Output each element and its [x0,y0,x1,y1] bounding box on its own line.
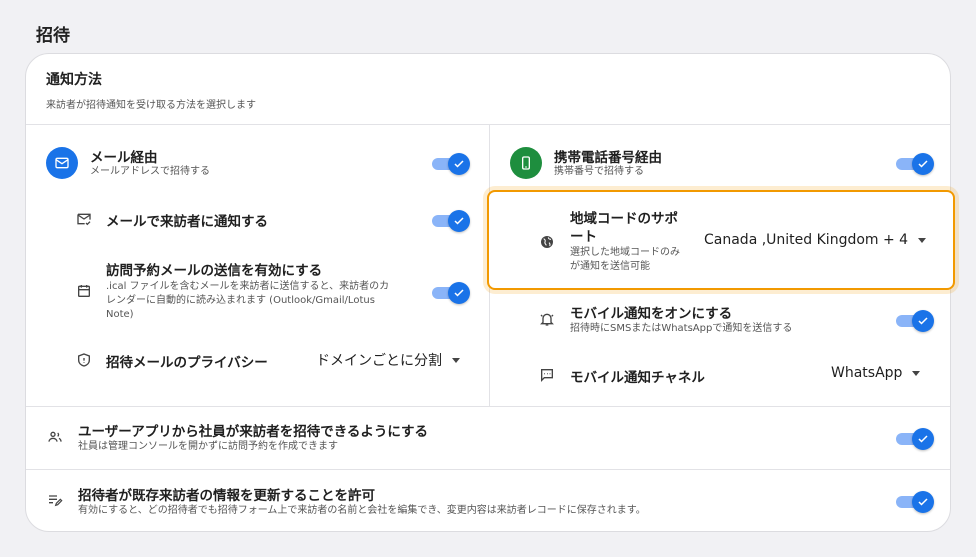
region-label-2: ート [570,229,597,245]
update-desc: 有効にすると、どの招待者でも招待フォーム上で来訪者の名前と会社を編集でき、変更内… [78,505,646,516]
email-desc: メールアドレスで招待する [90,166,210,177]
card-title: 通知方法 [46,72,102,88]
privacy-value: ドメインごとに分割 [316,353,442,369]
region-dropdown[interactable]: Canada ,United Kingdom + 4 [704,232,927,248]
phone-icon [510,147,542,179]
calendar-icon [75,282,93,300]
privacy-label: 招待メールのプライバシー [106,355,268,371]
ical-desc-1: .ical ファイルを含むメールを来訪者に送信すると、来訪者のカ [106,281,390,292]
message-icon [538,366,556,384]
bell-icon [538,310,556,328]
globe-icon [538,233,556,251]
update-toggle[interactable] [896,491,934,513]
ical-desc-2: レンダーに自動的に読み込まれます (Outlook/Gmail/Lotus [106,295,375,306]
user-app-desc: 社員は管理コンソールを開かずに訪問予約を作成できます [78,441,338,452]
privacy-dropdown[interactable]: ドメインごとに分割 [316,350,460,370]
phone-desc: 携帯番号で招待する [554,166,644,177]
phone-label: 携帯電話番号経由 [554,150,662,166]
region-label-1: 地域コードのサポ [570,211,678,227]
edit-list-icon [46,491,64,509]
chevron-down-icon [918,237,927,243]
shield-icon [75,351,93,369]
region-code-highlight: 地域コードのサポ ート 選択した地域コードのみ が通知を送信可能 Canada … [487,190,955,290]
mail-icon [46,147,78,179]
card-header: 通知方法 来訪者が招待通知を受け取る方法を選択します [26,54,950,125]
notify-label: メールで来訪者に通知する [106,214,268,230]
chevron-down-icon [452,357,460,363]
people-icon [46,428,64,446]
region-desc-2: が通知を送信可能 [570,261,650,272]
mobile-notify-label: モバイル通知をオンにする [570,306,733,322]
mobile-notify-toggle[interactable] [896,310,934,332]
notification-method-card: 通知方法 来訪者が招待通知を受け取る方法を選択します メール経由 メールアドレス… [25,53,955,532]
ical-desc-3: Note) [106,309,134,320]
notify-toggle[interactable] [432,210,470,232]
email-toggle[interactable] [432,153,470,175]
mobile-notify-desc: 招待時にSMSまたはWhatsAppで通知を送信する [570,323,793,334]
row-divider [26,469,950,470]
channel-value: WhatsApp [831,365,903,381]
channel-dropdown[interactable]: WhatsApp [831,365,921,381]
ical-toggle[interactable] [432,282,470,304]
card-description: 来訪者が招待通知を受け取る方法を選択します [46,100,256,111]
region-value: Canada ,United Kingdom + 4 [704,232,909,248]
email-label: メール経由 [90,150,158,166]
channel-label: モバイル通知チャネル [570,370,705,386]
section-title: 招待 [36,26,70,46]
ical-label: 訪問予約メールの送信を有効にする [106,263,323,279]
region-desc-1: 選択した地域コードのみ [570,247,680,258]
user-app-toggle[interactable] [896,428,934,450]
user-app-label: ユーザーアプリから社員が来訪者を招待できるようにする [78,424,429,440]
mail-check-icon [75,210,93,228]
row-divider [26,406,950,407]
update-label: 招待者が既存来訪者の情報を更新することを許可 [78,488,375,504]
chevron-down-icon [912,370,921,376]
phone-toggle[interactable] [896,153,934,175]
